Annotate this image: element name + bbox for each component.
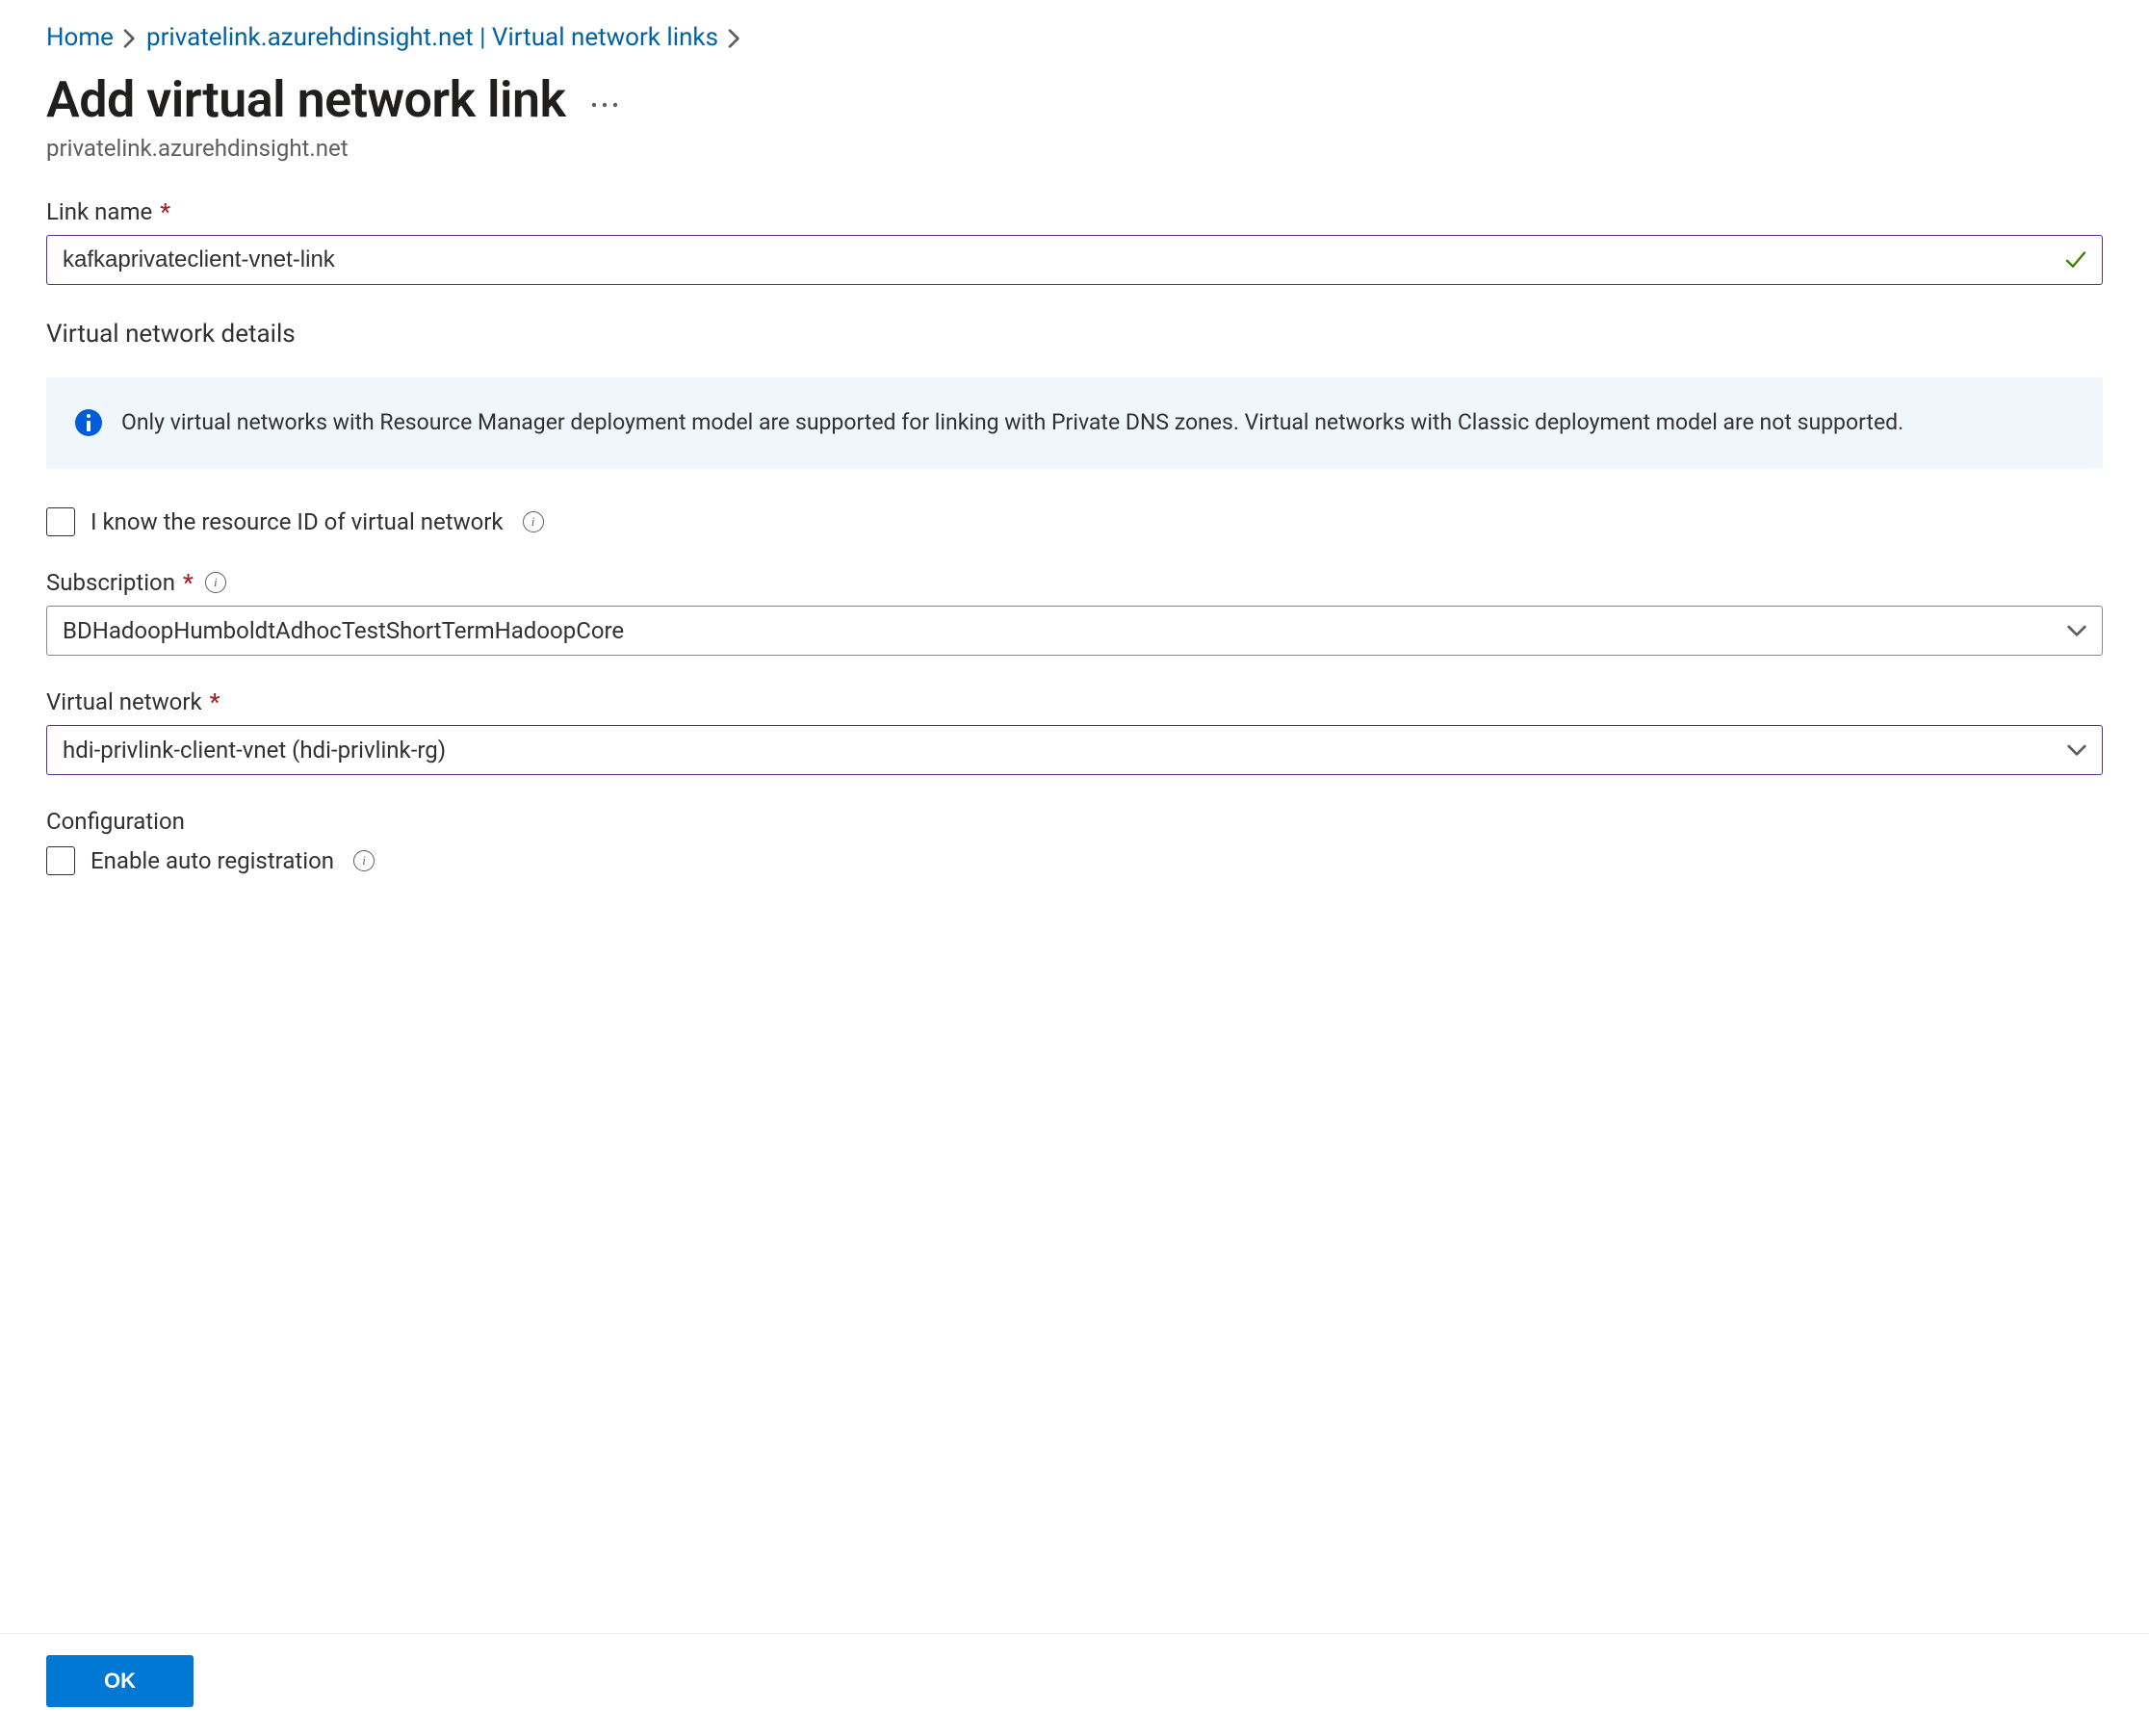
info-banner: Only virtual networks with Resource Mana… bbox=[46, 377, 2103, 469]
info-circle-icon[interactable]: i bbox=[353, 850, 375, 871]
configuration-label: Configuration bbox=[46, 808, 2103, 835]
subscription-dropdown[interactable]: BDHadoopHumboldtAdhocTestShortTermHadoop… bbox=[46, 606, 2103, 656]
info-icon bbox=[75, 409, 102, 436]
more-icon[interactable] bbox=[590, 91, 619, 110]
info-circle-icon[interactable]: i bbox=[205, 572, 226, 593]
know-resource-id-checkbox[interactable] bbox=[46, 507, 75, 536]
required-indicator: * bbox=[160, 198, 170, 225]
link-name-label: Link name * bbox=[46, 198, 2103, 225]
checkmark-icon bbox=[2064, 248, 2087, 272]
breadcrumb-home[interactable]: Home bbox=[46, 23, 114, 53]
enable-auto-registration-checkbox[interactable] bbox=[46, 846, 75, 875]
required-indicator: * bbox=[210, 688, 220, 715]
enable-auto-registration-label: Enable auto registration bbox=[91, 847, 334, 874]
virtual-network-value: hdi-privlink-client-vnet (hdi-privlink-r… bbox=[63, 737, 446, 764]
chevron-right-icon bbox=[728, 29, 741, 48]
subscription-value: BDHadoopHumboldtAdhocTestShortTermHadoop… bbox=[63, 617, 624, 644]
chevron-down-icon bbox=[2067, 737, 2086, 764]
know-resource-id-label: I know the resource ID of virtual networ… bbox=[91, 508, 504, 535]
info-circle-icon[interactable]: i bbox=[523, 511, 544, 532]
link-name-input[interactable] bbox=[46, 235, 2103, 285]
chevron-down-icon bbox=[2067, 617, 2086, 644]
page-title: Add virtual network link bbox=[46, 70, 565, 129]
breadcrumb: Home privatelink.azurehdinsight.net | Vi… bbox=[46, 23, 2103, 53]
ok-button[interactable]: OK bbox=[46, 1655, 194, 1707]
footer: OK bbox=[0, 1633, 2149, 1736]
required-indicator: * bbox=[183, 569, 194, 596]
subscription-label: Subscription * i bbox=[46, 569, 2103, 596]
section-vnet-details: Virtual network details bbox=[46, 320, 2103, 349]
info-banner-text: Only virtual networks with Resource Mana… bbox=[121, 406, 1903, 440]
page-subtitle: privatelink.azurehdinsight.net bbox=[46, 135, 2103, 162]
breadcrumb-parent[interactable]: privatelink.azurehdinsight.net | Virtual… bbox=[146, 23, 718, 53]
virtual-network-label: Virtual network * bbox=[46, 688, 2103, 715]
virtual-network-dropdown[interactable]: hdi-privlink-client-vnet (hdi-privlink-r… bbox=[46, 725, 2103, 775]
chevron-right-icon bbox=[123, 29, 137, 48]
